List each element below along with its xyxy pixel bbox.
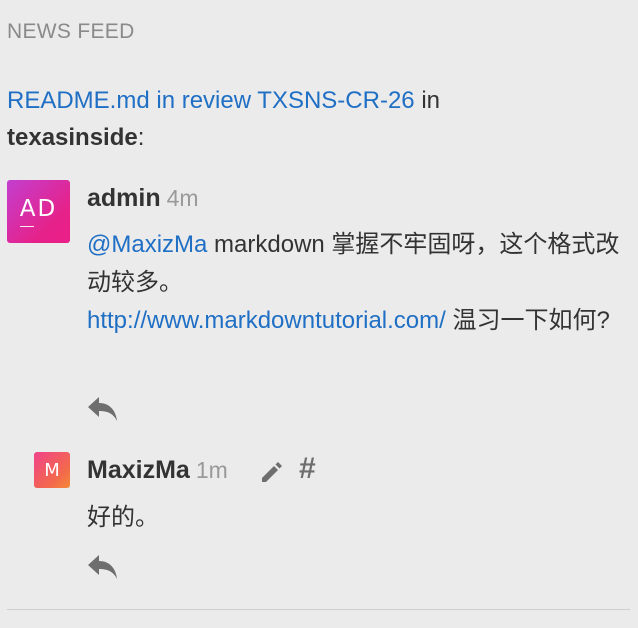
comment-header: MaxizMa 1m — [87, 456, 228, 485]
comment-body: 好的。 — [87, 499, 632, 537]
comment-body: @MaxizMa markdown 掌握不牢固呀，这个格式改动较多。 http:/… — [87, 226, 632, 340]
comment-time[interactable]: 4m — [167, 185, 199, 211]
comment-author[interactable]: admin — [87, 184, 161, 212]
url-link[interactable]: http://www.markdowntutorial.com/ — [87, 307, 446, 334]
feed-item-title: README.md in review TXSNS-CR-26 in texas… — [7, 82, 627, 156]
comment-time[interactable]: 1m — [196, 457, 228, 483]
pencil-icon[interactable] — [258, 458, 284, 489]
review-link[interactable]: README.md in review TXSNS-CR-26 — [7, 87, 415, 114]
avatar-maxizma[interactable]: M — [34, 452, 70, 488]
feed-divider — [7, 609, 630, 610]
title-colon: : — [137, 124, 145, 151]
repository-name[interactable]: texasinside — [7, 124, 138, 151]
reply-icon[interactable] — [85, 550, 121, 589]
comment-author[interactable]: MaxizMa — [87, 456, 190, 484]
avatar-underline — [19, 226, 34, 227]
hash-icon[interactable]: # — [299, 454, 316, 484]
avatar-admin[interactable]: AD — [7, 180, 70, 243]
avatar-initials: AD — [19, 196, 58, 222]
mention-link[interactable]: @MaxizMa — [87, 231, 207, 258]
comment-text: 好的。 — [87, 504, 159, 531]
comment-text-continued: 温习一下如何? — [445, 307, 610, 334]
comment-header: admin 4m — [87, 184, 199, 213]
news-feed-header: NEWS FEED — [7, 20, 135, 43]
avatar-initials: M — [44, 459, 60, 481]
title-in-text: in — [414, 87, 441, 114]
reply-icon[interactable] — [85, 392, 121, 431]
